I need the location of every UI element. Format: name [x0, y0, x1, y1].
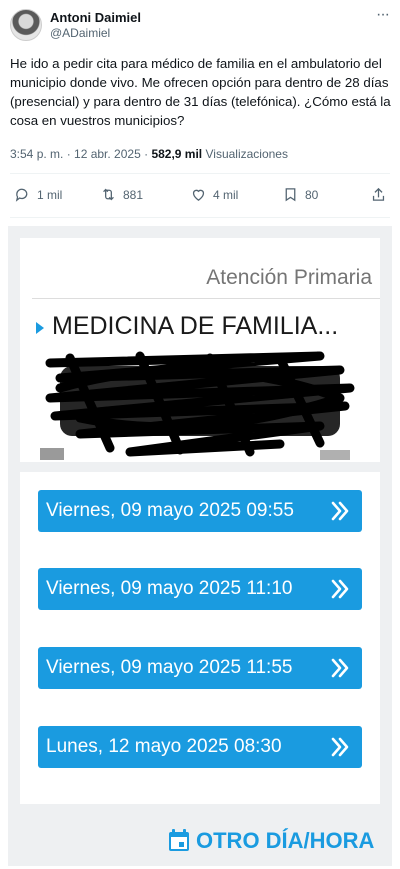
tweet-meta: 3:54 p. m. · 12 abr. 2025 · 582,9 mil Vi… — [10, 147, 288, 161]
author-handle[interactable]: @ADaimiel — [50, 26, 110, 40]
calendar-icon — [169, 829, 189, 851]
chevron-double-right-icon — [331, 579, 349, 599]
reply-icon — [15, 188, 28, 202]
bookmark-count: 80 — [305, 187, 319, 202]
bookmark-button[interactable]: 80 — [282, 186, 318, 203]
slot-button[interactable]: Lunes, 12 mayo 2025 08:30 — [38, 726, 362, 768]
like-icon — [192, 189, 205, 201]
share-icon — [372, 187, 385, 201]
slots-card: Viernes, 09 mayo 2025 09:55 Viernes, 09 … — [20, 472, 380, 804]
slot-label: Viernes, 09 mayo 2025 09:55 — [46, 500, 294, 521]
slot-button[interactable]: Viernes, 09 mayo 2025 11:55 — [38, 647, 362, 689]
retweet-button[interactable]: 881 — [100, 186, 143, 203]
chevron-double-right-icon — [331, 501, 349, 521]
slot-label: Lunes, 12 mayo 2025 08:30 — [46, 736, 282, 757]
redaction-scribble — [40, 351, 355, 460]
tweet-actions: 1 mil 881 4 mil 80 — [10, 186, 390, 206]
reply-count: 1 mil — [37, 187, 63, 202]
like-button[interactable]: 4 mil — [190, 186, 238, 203]
share-button[interactable] — [370, 186, 387, 203]
slot-label: Viernes, 09 mayo 2025 11:10 — [46, 578, 293, 599]
retweet-count: 881 — [123, 187, 144, 202]
divider — [10, 217, 390, 218]
avatar[interactable] — [10, 9, 42, 41]
more-icon[interactable]: ··· — [376, 6, 390, 24]
chevron-double-right-icon — [331, 658, 349, 678]
reply-button[interactable]: 1 mil — [14, 186, 62, 203]
views-count: 582,9 mil — [151, 147, 203, 161]
slot-label: Viernes, 09 mayo 2025 11:55 — [46, 657, 293, 678]
divider — [10, 173, 390, 174]
slot-button[interactable]: Viernes, 09 mayo 2025 11:10 — [38, 568, 362, 610]
retweet-icon — [103, 188, 114, 201]
appointment-screenshot: Atención Primaria MEDICINA DE FAMILIA...… — [8, 226, 392, 866]
tweet-text: He ido a pedir cita para médico de famil… — [10, 56, 391, 128]
bookmark-icon — [285, 188, 296, 202]
other-date-button[interactable]: OTRO DÍA/HORA — [196, 828, 374, 854]
tweet-time[interactable]: 3:54 p. m. · 12 abr. 2025 · — [10, 147, 148, 161]
slot-button[interactable]: Viernes, 09 mayo 2025 09:55 — [38, 490, 362, 532]
chevron-double-right-icon — [331, 737, 349, 757]
service-card: Atención Primaria MEDICINA DE FAMILIA... — [20, 238, 380, 462]
like-count: 4 mil — [213, 187, 239, 202]
author-name[interactable]: Antoni Daimiel — [50, 10, 141, 25]
views-label: Visualizaciones — [205, 147, 288, 161]
